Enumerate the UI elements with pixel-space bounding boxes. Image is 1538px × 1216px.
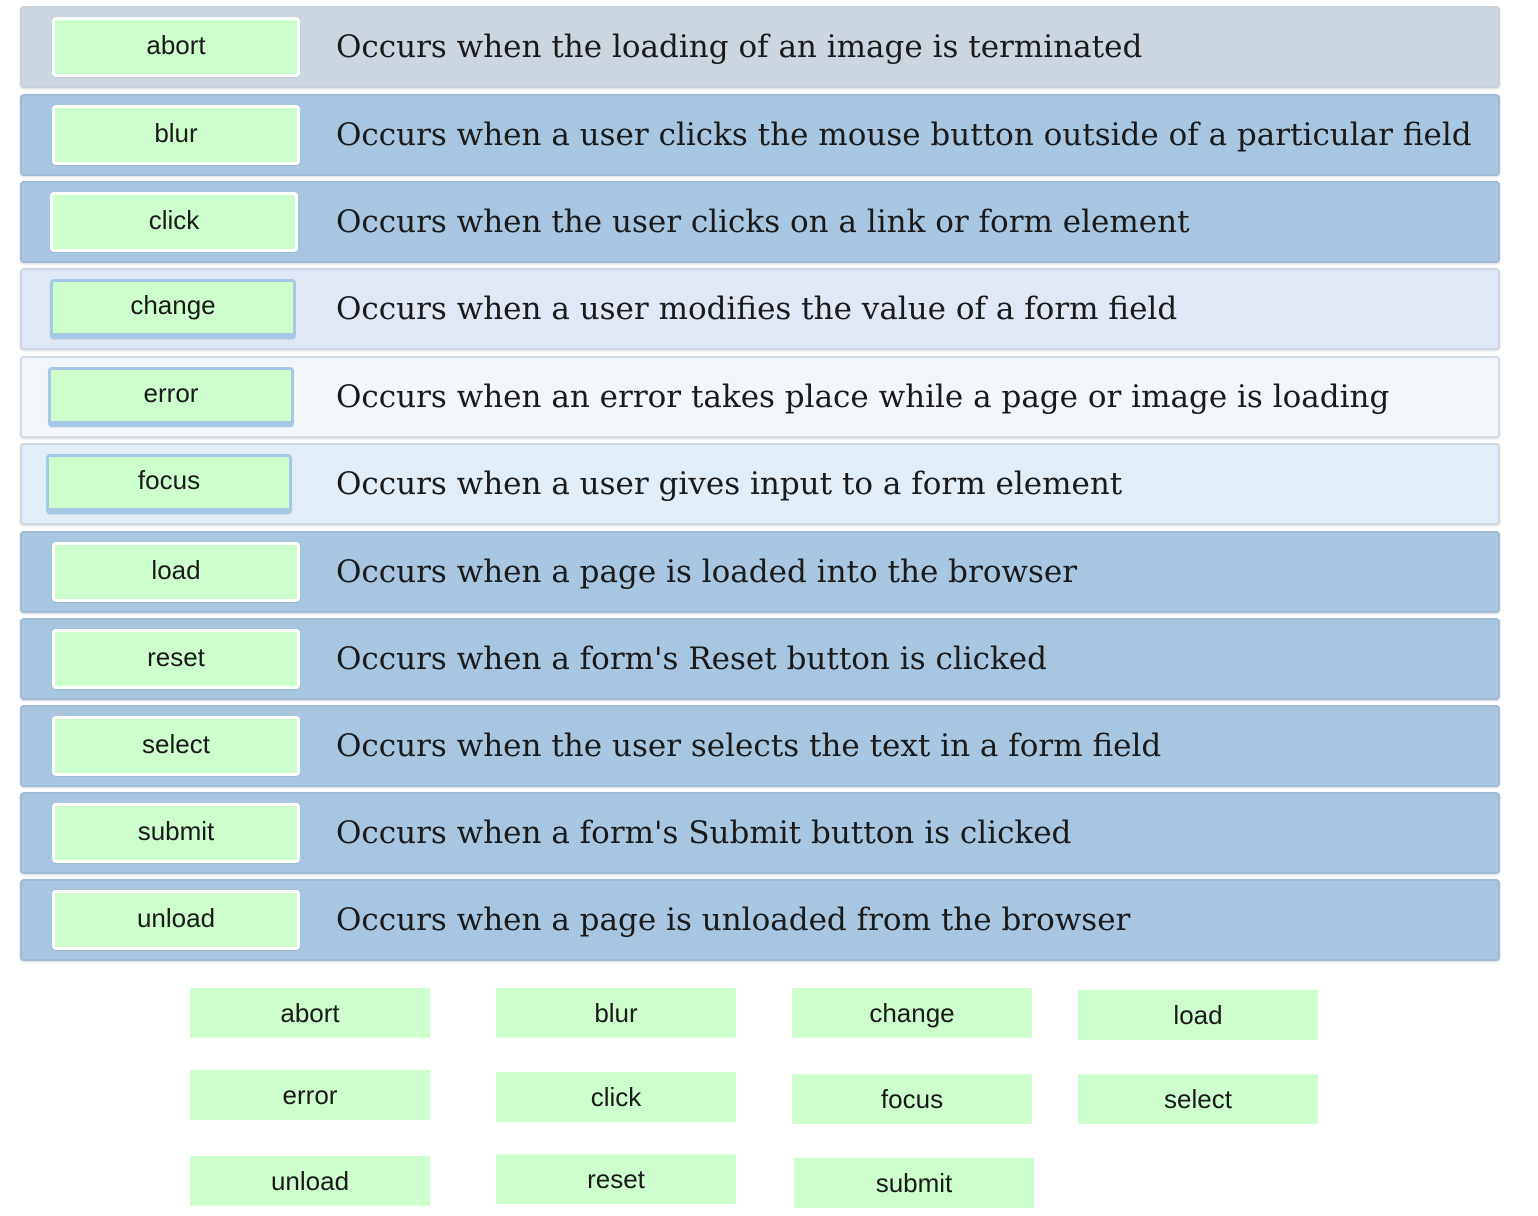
- bank-chip-submit[interactable]: submit: [794, 1158, 1034, 1208]
- drop-slot-chip[interactable]: abort: [52, 17, 300, 77]
- bank-chip-select[interactable]: select: [1078, 1074, 1318, 1124]
- definition-text: Occurs when the loading of an image is t…: [336, 29, 1143, 65]
- bank-chip-reset[interactable]: reset: [496, 1154, 736, 1204]
- definition-text: Occurs when the user clicks on a link or…: [336, 204, 1190, 240]
- match-row-submit: submit Occurs when a form's Submit butto…: [20, 792, 1500, 874]
- drop-slot-chip[interactable]: focus: [46, 454, 292, 514]
- definition-text: Occurs when a page is loaded into the br…: [336, 554, 1078, 590]
- bank-chip-change[interactable]: change: [792, 988, 1032, 1038]
- drop-slot-chip[interactable]: click: [50, 192, 298, 252]
- bank-chip-error[interactable]: error: [190, 1070, 430, 1120]
- match-row-unload: unload Occurs when a page is unloaded fr…: [20, 879, 1500, 961]
- bank-chip-load[interactable]: load: [1078, 990, 1318, 1040]
- drop-slot-chip[interactable]: error: [48, 367, 294, 427]
- definition-text: Occurs when a user clicks the mouse butt…: [336, 117, 1472, 153]
- answer-bank: abort blur change load error click focus…: [0, 970, 1538, 1216]
- definition-text: Occurs when a page is unloaded from the …: [336, 902, 1131, 938]
- match-row-abort: abort Occurs when the loading of an imag…: [20, 6, 1500, 88]
- definition-text: Occurs when the user selects the text in…: [336, 728, 1162, 764]
- definition-text: Occurs when a user modifies the value of…: [336, 291, 1178, 327]
- definition-text: Occurs when a form's Submit button is cl…: [336, 815, 1072, 851]
- match-row-load: load Occurs when a page is loaded into t…: [20, 531, 1500, 613]
- definition-text: Occurs when an error takes place while a…: [336, 379, 1390, 415]
- match-row-blur: blur Occurs when a user clicks the mouse…: [20, 94, 1500, 176]
- drop-slot-chip[interactable]: select: [52, 716, 300, 776]
- drop-slot-chip[interactable]: reset: [52, 629, 300, 689]
- definition-text: Occurs when a form's Reset button is cli…: [336, 641, 1047, 677]
- match-row-reset: reset Occurs when a form's Reset button …: [20, 618, 1500, 700]
- match-row-select: select Occurs when the user selects the …: [20, 705, 1500, 787]
- bank-chip-abort[interactable]: abort: [190, 988, 430, 1038]
- match-row-focus: focus Occurs when a user gives input to …: [20, 443, 1500, 525]
- match-row-change: change Occurs when a user modifies the v…: [20, 268, 1500, 350]
- drop-slot-chip[interactable]: unload: [52, 890, 300, 950]
- definition-text: Occurs when a user gives input to a form…: [336, 466, 1123, 502]
- drop-slot-chip[interactable]: load: [52, 542, 300, 602]
- bank-chip-focus[interactable]: focus: [792, 1074, 1032, 1124]
- drop-slot-chip[interactable]: submit: [52, 803, 300, 863]
- bank-chip-unload[interactable]: unload: [190, 1156, 430, 1206]
- drop-slot-chip[interactable]: blur: [52, 105, 300, 165]
- drop-slot-chip[interactable]: change: [50, 279, 296, 339]
- match-row-click: click Occurs when the user clicks on a l…: [20, 181, 1500, 263]
- match-row-error: error Occurs when an error takes place w…: [20, 356, 1500, 438]
- bank-chip-blur[interactable]: blur: [496, 988, 736, 1038]
- bank-chip-click[interactable]: click: [496, 1072, 736, 1122]
- matching-rows: abort Occurs when the loading of an imag…: [0, 0, 1538, 970]
